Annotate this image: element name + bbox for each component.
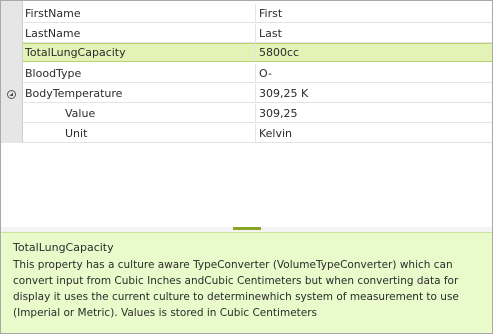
description-text: This property has a culture aware TypeCo… (13, 259, 459, 319)
property-name: BloodType (23, 64, 256, 83)
property-row-unit[interactable]: Unit Kelvin (1, 124, 492, 144)
property-row-lastname[interactable]: LastName Last (1, 24, 492, 44)
property-row-bodytemperature[interactable]: BodyTemperature 309,25 K (1, 84, 492, 104)
property-name: Value (23, 104, 256, 123)
property-name: TotalLungCapacity (23, 43, 256, 62)
property-row-totallungcapacity[interactable]: TotalLungCapacity 5800cc (1, 43, 492, 63)
row-header (1, 104, 22, 124)
row-header (1, 43, 22, 63)
description-title: TotalLungCapacity (13, 241, 114, 254)
property-value[interactable]: Kelvin (256, 124, 492, 143)
row-header (1, 4, 22, 24)
property-value[interactable]: First (256, 4, 492, 23)
description-panel: TotalLungCapacity This property has a cu… (1, 232, 492, 333)
property-name: FirstName (23, 4, 256, 23)
row-header (1, 84, 22, 104)
property-row-bloodtype[interactable]: BloodType O- (1, 64, 492, 84)
property-value[interactable]: Last (256, 24, 492, 43)
row-header (1, 124, 22, 144)
property-row-value[interactable]: Value 309,25 (1, 104, 492, 124)
splitter-grip[interactable] (233, 227, 261, 230)
row-header (1, 24, 22, 44)
property-list: FirstName First LastName Last TotalLungC… (1, 1, 492, 227)
property-value[interactable]: 309,25 K (256, 84, 492, 103)
property-grid: FirstName First LastName Last TotalLungC… (0, 0, 493, 334)
property-value[interactable]: 5800cc (256, 43, 492, 62)
row-header (1, 64, 22, 84)
property-name: LastName (23, 24, 256, 43)
property-name: Unit (23, 124, 256, 143)
property-row-firstname[interactable]: FirstName First (1, 4, 492, 24)
collapse-circle-icon[interactable] (7, 89, 16, 99)
chevron-up-left-icon (9, 92, 13, 96)
property-name: BodyTemperature (23, 84, 256, 103)
property-value[interactable]: O- (256, 64, 492, 83)
property-value[interactable]: 309,25 (256, 104, 492, 123)
